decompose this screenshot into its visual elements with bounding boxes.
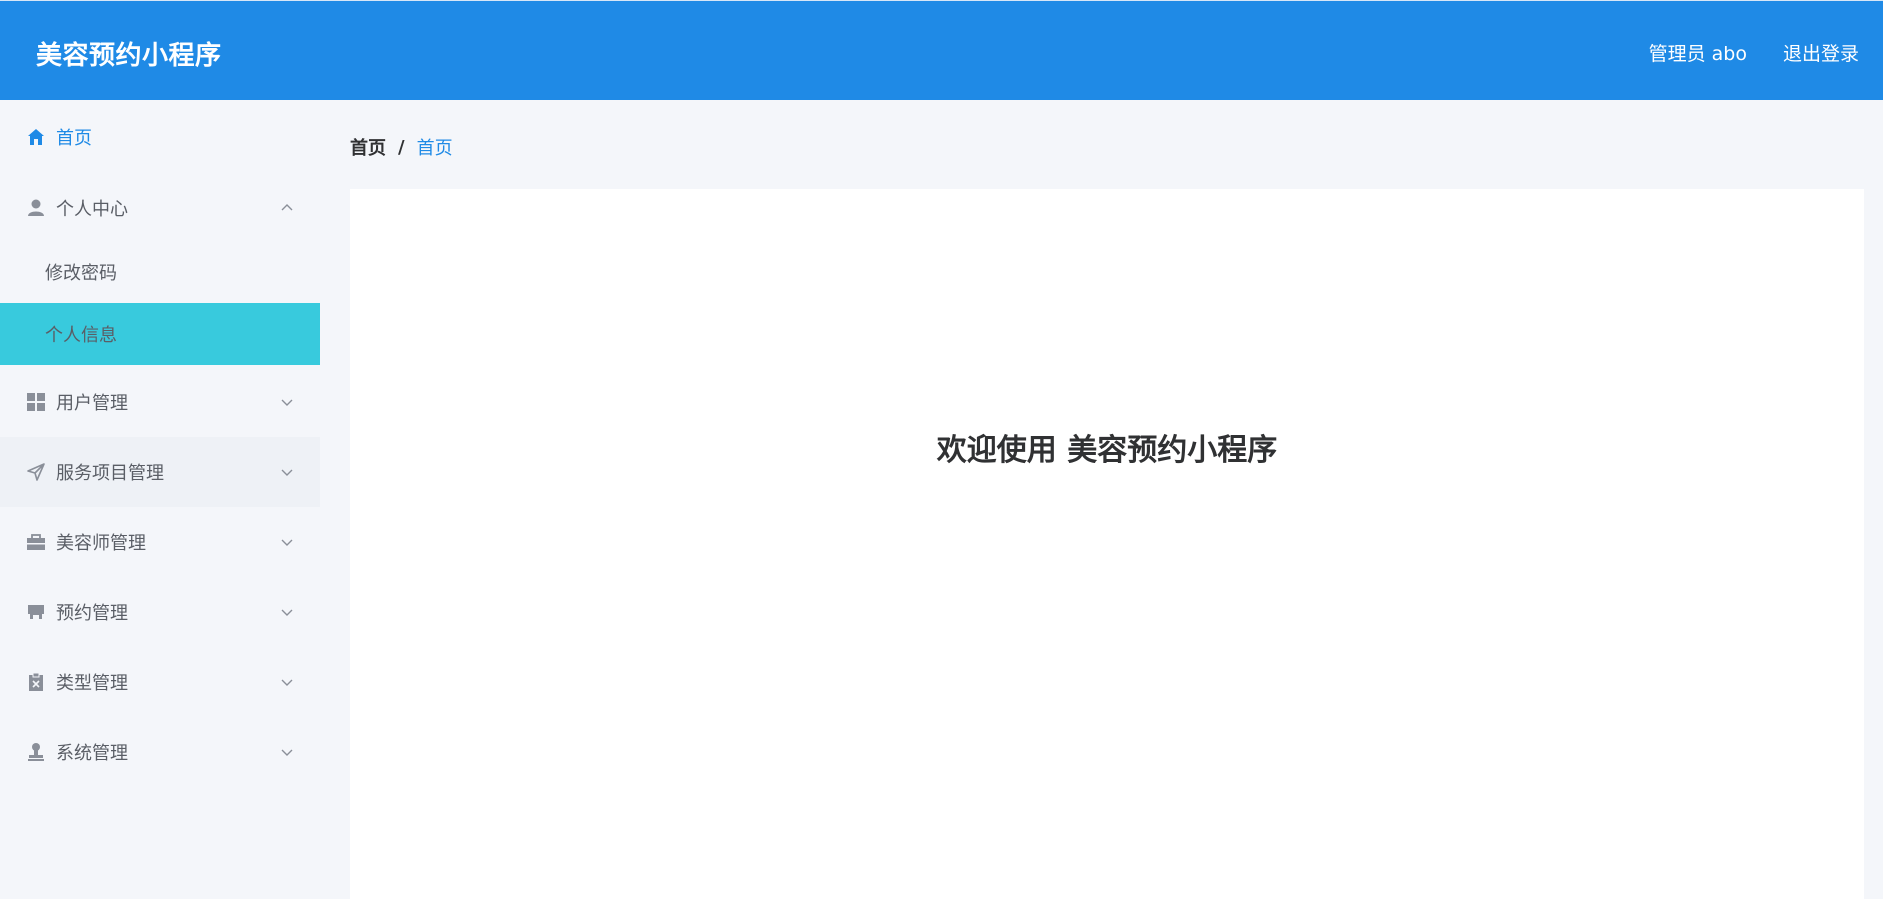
stamp-icon [26,742,46,762]
sidebar-item-type-management[interactable]: 类型管理 [0,647,320,717]
sidebar-item-label: 美容师管理 [56,533,146,554]
sidebar-subitem-change-password[interactable]: 修改密码 [0,241,320,303]
sidebar-item-system-management[interactable]: 系统管理 [0,717,320,787]
sidebar-item-label: 首页 [56,128,92,149]
home-icon [26,127,46,147]
chevron-down-icon [280,745,294,759]
sidebar-item-label: 预约管理 [56,603,128,624]
current-user-label: 管理员 abo [1648,43,1747,65]
chevron-down-icon [280,535,294,549]
breadcrumb-separator: / [398,136,405,158]
logout-link[interactable]: 退出登录 [1783,39,1859,66]
sidebar-item-label: 系统管理 [56,743,128,764]
user-icon [26,198,46,218]
shop-icon [26,602,46,622]
chevron-down-icon [280,605,294,619]
chevron-up-icon [280,201,294,215]
sidebar-item-beautician-management[interactable]: 美容师管理 [0,507,320,577]
clipboard-icon [26,672,46,692]
sidebar-item-label: 用户管理 [56,393,128,414]
breadcrumb: 首页 / 首页 [350,134,453,160]
sidebar-item-label: 类型管理 [56,673,128,694]
sidebar-item-service-management[interactable]: 服务项目管理 [0,437,320,507]
sidebar-item-user-management[interactable]: 用户管理 [0,367,320,437]
chevron-down-icon [280,465,294,479]
main-content: 欢迎使用 美容预约小程序 [350,189,1864,899]
sidebar-item-home[interactable]: 首页 [0,102,320,172]
chevron-down-icon [280,675,294,689]
breadcrumb-item-home[interactable]: 首页 [350,134,386,160]
grid-icon [26,392,46,412]
sidebar-item-appointment-management[interactable]: 预约管理 [0,577,320,647]
sidebar-subitem-personal-info[interactable]: 个人信息 [0,303,320,365]
welcome-heading: 欢迎使用 美容预约小程序 [936,433,1278,468]
sidebar: 首页 个人中心 修改密码 个人信息 用户管理 服务项目管理 美容师管理 预约管理… [0,100,320,899]
app-title: 美容预约小程序 [36,41,222,71]
briefcase-icon [26,532,46,552]
chevron-down-icon [280,395,294,409]
breadcrumb-item-current: 首页 [416,138,453,159]
sidebar-item-label: 服务项目管理 [56,463,164,484]
sidebar-subitem-label: 修改密码 [45,263,117,284]
sidebar-item-personal-center[interactable]: 个人中心 [0,173,320,243]
sidebar-subitem-label: 个人信息 [45,325,117,346]
send-icon [26,462,46,482]
sidebar-item-label: 个人中心 [56,199,128,220]
top-header: 美容预约小程序 管理员 abo 退出登录 [0,0,1883,100]
